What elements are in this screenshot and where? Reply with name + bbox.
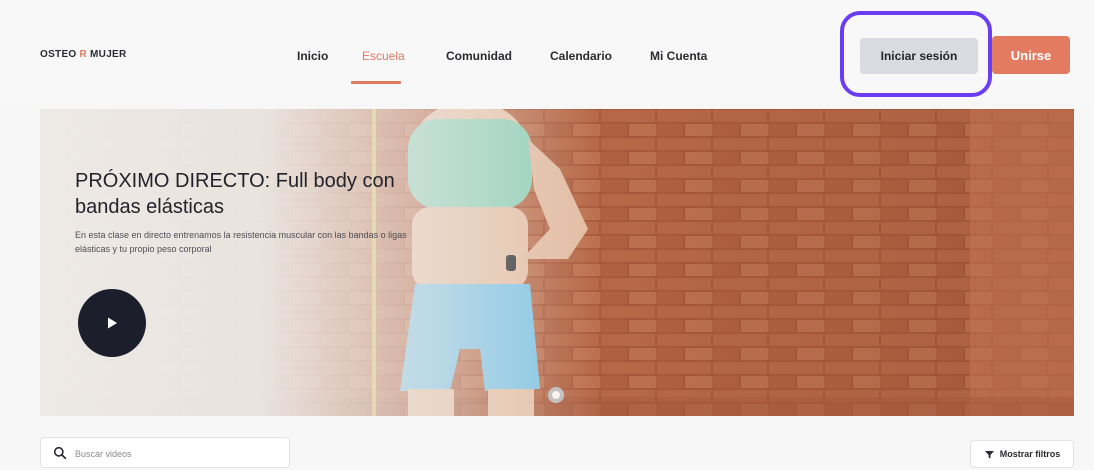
active-tab-indicator xyxy=(351,81,401,84)
play-button[interactable] xyxy=(78,289,146,357)
nav-item-escuela[interactable]: Escuela xyxy=(362,49,405,63)
login-button[interactable]: Iniciar sesión xyxy=(860,38,978,74)
nav-item-comunidad[interactable]: Comunidad xyxy=(446,49,512,63)
hero-text-overlay xyxy=(40,109,600,416)
page: OSTEO R MUJER Inicio Escuela Comunidad Cal… xyxy=(0,0,1094,470)
join-button[interactable]: Unirse xyxy=(992,36,1070,74)
search-icon xyxy=(53,446,67,460)
play-icon xyxy=(108,317,117,329)
search-field[interactable] xyxy=(40,437,290,468)
hero-banner[interactable] xyxy=(40,109,1074,416)
carousel-dot[interactable] xyxy=(548,387,564,403)
nav-item-mi-cuenta[interactable]: Mi Cuenta xyxy=(650,49,707,63)
nav-item-inicio[interactable]: Inicio xyxy=(297,49,328,63)
nav-item-calendario[interactable]: Calendario xyxy=(550,49,612,63)
hero-title: PRÓXIMO DIRECTO: Full body con bandas el… xyxy=(75,170,395,218)
show-filters-button[interactable]: Mostrar filtros xyxy=(970,440,1074,468)
search-input[interactable] xyxy=(73,443,287,465)
filter-icon xyxy=(984,450,994,458)
site-header: OSTEO R MUJER Inicio Escuela Comunidad Cal… xyxy=(0,0,1094,100)
hero-description: En esta clase en directo entrenamos la r… xyxy=(75,230,407,254)
show-filters-label: Mostrar filtros xyxy=(999,449,1061,459)
